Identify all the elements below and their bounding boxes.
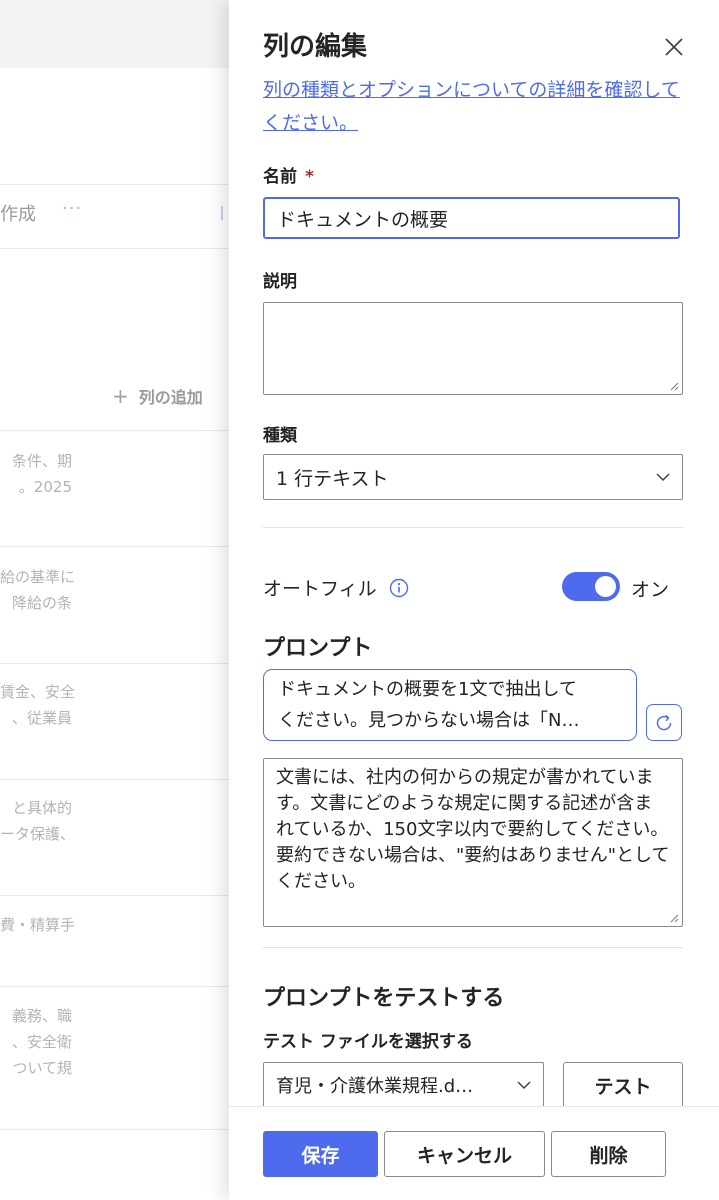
- panel-footer: 保存 キャンセル 削除: [229, 1106, 719, 1200]
- refresh-icon: [656, 714, 672, 730]
- table-cell: 条件、期 。2025: [11, 452, 72, 496]
- required-mark: *: [305, 167, 314, 187]
- add-column-label: 列の追加: [138, 388, 203, 407]
- table-cell: 義務、職 、安全衛 ついて規: [11, 1007, 72, 1077]
- table-header-divider: [0, 430, 240, 431]
- panel-title: 列の編集: [263, 32, 368, 62]
- test-prompt-heading: プロンプトをテストする: [263, 986, 505, 1011]
- test-file-dropdown[interactable]: 育児・介護休業規程.d…: [263, 1062, 544, 1108]
- divider: [0, 248, 240, 249]
- description-textarea[interactable]: [263, 302, 683, 395]
- type-dropdown[interactable]: 1 行テキスト: [263, 454, 683, 500]
- autofill-state: オン: [631, 579, 670, 601]
- test-file-value: 育児・介護休業規程.d…: [276, 1076, 474, 1097]
- refresh-prompt-button[interactable]: [646, 704, 682, 741]
- close-button[interactable]: [661, 34, 687, 60]
- type-value: 1 行テキスト: [276, 467, 389, 490]
- row-divider: [0, 1129, 240, 1130]
- prompt-input[interactable]: ドキュメントの概要を1文で抽出して ください。見つからない場合は「N…: [263, 669, 637, 741]
- help-link[interactable]: 列の種類とオプションについての詳細を確認してください。: [263, 74, 683, 140]
- resize-grip-icon[interactable]: [669, 913, 679, 923]
- description-label: 説明: [263, 272, 297, 292]
- row-divider: [0, 779, 240, 780]
- more-options-icon[interactable]: ···: [62, 198, 82, 219]
- prompt-text-area[interactable]: 文書には、社内の何からの規定が書かれています。文書にどのような規定に関する記述が…: [263, 758, 683, 927]
- table-cell: と具体的 ータ保護、: [0, 799, 76, 843]
- test-button[interactable]: テスト: [563, 1062, 683, 1108]
- row-divider: [0, 663, 240, 664]
- row-divider: [0, 986, 240, 987]
- close-icon: [665, 38, 683, 56]
- table-cell: 給の基準に 降給の条: [0, 568, 76, 612]
- name-label: 名前 *: [263, 167, 314, 187]
- type-label: 種類: [263, 426, 297, 446]
- plus-icon: +: [112, 384, 129, 408]
- info-icon[interactable]: [389, 578, 409, 598]
- row-divider: [0, 895, 240, 896]
- table-cell: 賃金、安全 、従業員: [0, 683, 76, 727]
- test-file-label: テスト ファイルを選択する: [263, 1032, 473, 1052]
- edit-column-panel: 列の編集 列の種類とオプションについての詳細を確認してください。 名前* 説明 …: [229, 0, 719, 1200]
- autofill-toggle[interactable]: [562, 572, 620, 601]
- create-command[interactable]: 作成: [0, 200, 36, 226]
- save-button[interactable]: 保存: [263, 1131, 378, 1177]
- delete-button[interactable]: 削除: [551, 1131, 666, 1177]
- table-cell: 費・精算手: [0, 916, 76, 934]
- toggle-knob: [595, 576, 616, 597]
- section-divider: [263, 947, 683, 948]
- prompt-line-1: ドキュメントの概要を1文で抽出して: [278, 679, 577, 700]
- name-input[interactable]: [263, 197, 680, 239]
- prompt-heading: プロンプト: [263, 636, 373, 661]
- add-column-button[interactable]: + 列の追加: [112, 384, 203, 408]
- row-divider: [0, 546, 240, 547]
- resize-grip-icon[interactable]: [669, 381, 679, 391]
- chevron-down-icon: [517, 1081, 531, 1090]
- divider: [0, 184, 240, 185]
- section-divider: [263, 527, 683, 528]
- prompt-line-2: ください。見つからない場合は「N…: [278, 710, 580, 731]
- autofill-label: オートフィル: [263, 574, 409, 601]
- chevron-down-icon: [656, 473, 670, 482]
- cancel-button[interactable]: キャンセル: [384, 1131, 545, 1177]
